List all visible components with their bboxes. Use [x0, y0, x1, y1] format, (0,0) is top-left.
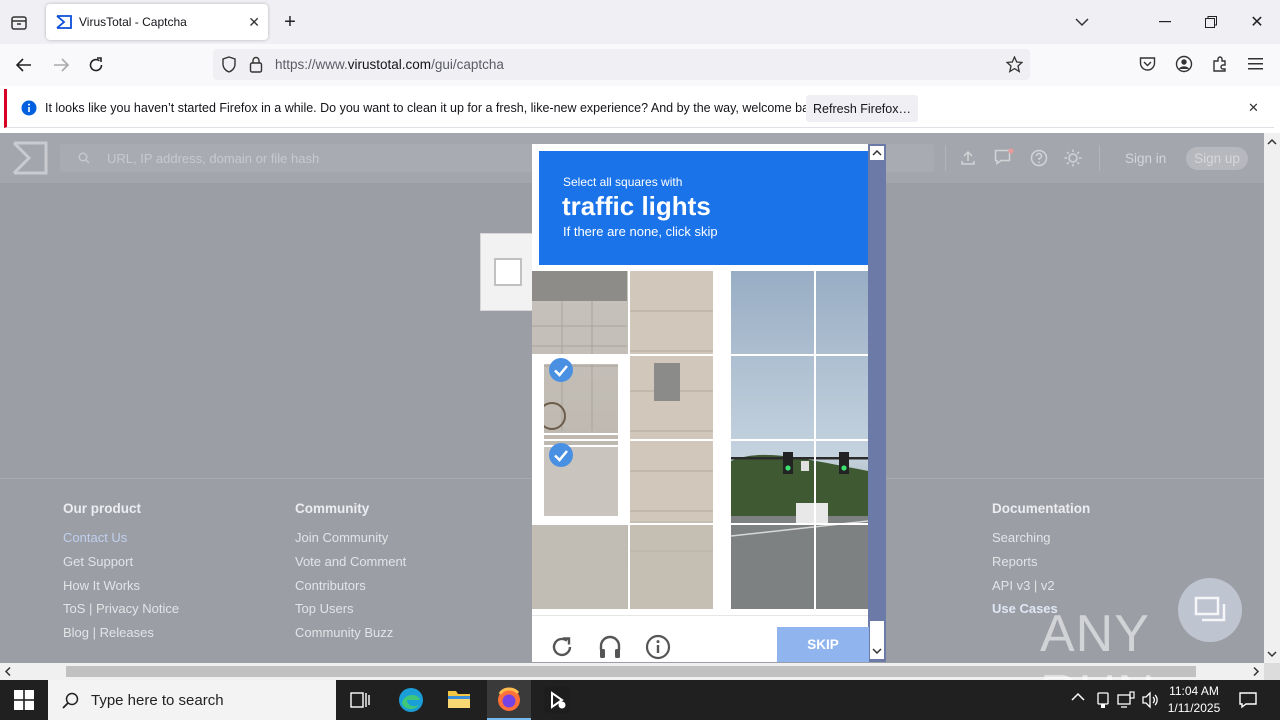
search-icon: [78, 152, 90, 164]
captcha-target: traffic lights: [562, 191, 711, 221]
list-tabs-icon[interactable]: [1072, 12, 1092, 32]
reload-challenge-icon[interactable]: [550, 635, 574, 659]
captcha-checkbox[interactable]: [494, 258, 522, 286]
captcha-scrollbar[interactable]: [868, 144, 886, 662]
footer-link[interactable]: How It Works: [63, 578, 179, 602]
footer-link[interactable]: Get Support: [63, 554, 179, 578]
footer-link[interactable]: Join Community: [295, 530, 406, 554]
page-vertical-scrollbar[interactable]: [1264, 133, 1280, 663]
virustotal-favicon-icon: [56, 14, 72, 30]
url-text[interactable]: https://www.virustotal.com/gui/captcha: [275, 57, 504, 72]
bookmark-star-icon[interactable]: [1006, 56, 1023, 73]
close-window-icon[interactable]: ✕: [1247, 12, 1267, 32]
vt-search-placeholder: URL, IP address, domain or file hash: [107, 151, 320, 166]
footer-link[interactable]: Blog | Releases: [63, 625, 179, 649]
scroll-up-icon[interactable]: [870, 146, 884, 160]
clock-date: 1/11/2025: [1167, 701, 1221, 715]
menu-icon[interactable]: [1248, 57, 1264, 71]
refresh-firefox-button[interactable]: Refresh Firefox…: [806, 95, 918, 122]
info-icon: [21, 100, 37, 116]
firefox-view-icon[interactable]: [8, 11, 30, 33]
captcha-image-grid: [532, 271, 868, 609]
footer-heading: Documentation: [992, 501, 1091, 516]
restore-icon[interactable]: [1201, 12, 1221, 32]
grid-line: [532, 439, 630, 441]
footer-col-product: Our product Contact Us Get Support How I…: [63, 501, 179, 649]
footer-link[interactable]: Searching: [992, 530, 1090, 554]
upload-icon[interactable]: [960, 150, 976, 166]
sign-up-button[interactable]: Sign up: [1186, 147, 1248, 170]
minimize-icon[interactable]: [1155, 12, 1175, 32]
footer-link[interactable]: Vote and Comment: [295, 554, 406, 578]
captcha-checkbox-frame: [480, 233, 538, 311]
divider: [1099, 145, 1100, 171]
network-drive-icon[interactable]: [1095, 691, 1111, 709]
footer-col-community: Community Join Community Vote and Commen…: [295, 501, 406, 649]
browser-tab[interactable]: VirusTotal - Captcha ✕: [46, 4, 268, 40]
account-icon[interactable]: [1175, 55, 1193, 73]
back-icon[interactable]: [14, 55, 34, 75]
close-notification-icon[interactable]: ✕: [1248, 100, 1259, 116]
app-icon[interactable]: [544, 687, 570, 713]
volume-icon[interactable]: [1141, 691, 1159, 709]
firefox-taskbar-button[interactable]: [487, 680, 531, 720]
notification-bar: It looks like you haven’t started Firefo…: [4, 89, 1274, 128]
scroll-thumb[interactable]: [870, 621, 884, 659]
reload-icon[interactable]: [86, 55, 106, 75]
footer-link[interactable]: Top Users: [295, 601, 406, 625]
new-tab-icon[interactable]: +: [280, 11, 300, 33]
sign-in-link[interactable]: Sign in: [1125, 151, 1166, 166]
pocket-icon[interactable]: [1139, 56, 1156, 72]
help-icon[interactable]: [1030, 149, 1048, 167]
task-view-icon[interactable]: [350, 690, 370, 710]
theme-toggle-icon[interactable]: [1064, 149, 1082, 167]
file-explorer-icon[interactable]: [447, 688, 471, 710]
extensions-icon[interactable]: [1211, 55, 1229, 73]
tile-selected-check-icon[interactable]: [548, 442, 574, 468]
footer-link[interactable]: Reports: [992, 554, 1090, 578]
footer-heading: Community: [295, 501, 370, 516]
notification-center-icon[interactable]: [1238, 690, 1258, 710]
tab-title: VirusTotal - Captcha: [79, 15, 187, 29]
taskbar-search-box[interactable]: Type here to search: [48, 680, 336, 720]
captcha-header: Select all squares with traffic lights I…: [539, 151, 868, 265]
captcha-instruction: Select all squares with: [563, 175, 683, 189]
tile-selected-check-icon[interactable]: [548, 357, 574, 383]
windows-start-icon[interactable]: [14, 690, 34, 710]
footer-link[interactable]: Contributors: [295, 578, 406, 602]
divider: [945, 145, 946, 171]
footer-link[interactable]: Community Buzz: [295, 625, 406, 649]
search-icon: [62, 692, 79, 709]
lock-icon[interactable]: [249, 56, 263, 73]
network-icon[interactable]: [1117, 691, 1135, 709]
notification-message: It looks like you haven’t started Firefo…: [45, 101, 826, 115]
audio-challenge-icon[interactable]: [597, 634, 623, 660]
forward-icon[interactable]: [51, 55, 71, 75]
close-tab-icon[interactable]: ✕: [248, 14, 260, 31]
show-hidden-icons-icon[interactable]: [1071, 692, 1085, 702]
clock-time: 11:04 AM: [1169, 684, 1219, 698]
taskbar-search-placeholder: Type here to search: [91, 691, 224, 709]
taskbar-clock[interactable]: 11:04 AM 1/11/2025: [1160, 683, 1228, 717]
virustotal-logo-icon[interactable]: [12, 141, 48, 175]
footer-heading: Our product: [63, 501, 141, 516]
footer-link[interactable]: ToS | Privacy Notice: [63, 601, 179, 625]
edge-icon[interactable]: [398, 687, 424, 713]
notifications-icon[interactable]: [994, 148, 1014, 166]
footer-link[interactable]: Contact Us: [63, 530, 179, 554]
skip-button[interactable]: SKIP: [777, 627, 869, 662]
tracking-protection-icon[interactable]: [221, 56, 237, 73]
footer-link[interactable]: API v3 | v2: [992, 578, 1090, 602]
captcha-hint: If there are none, click skip: [563, 224, 718, 239]
info-challenge-icon[interactable]: [645, 634, 671, 660]
